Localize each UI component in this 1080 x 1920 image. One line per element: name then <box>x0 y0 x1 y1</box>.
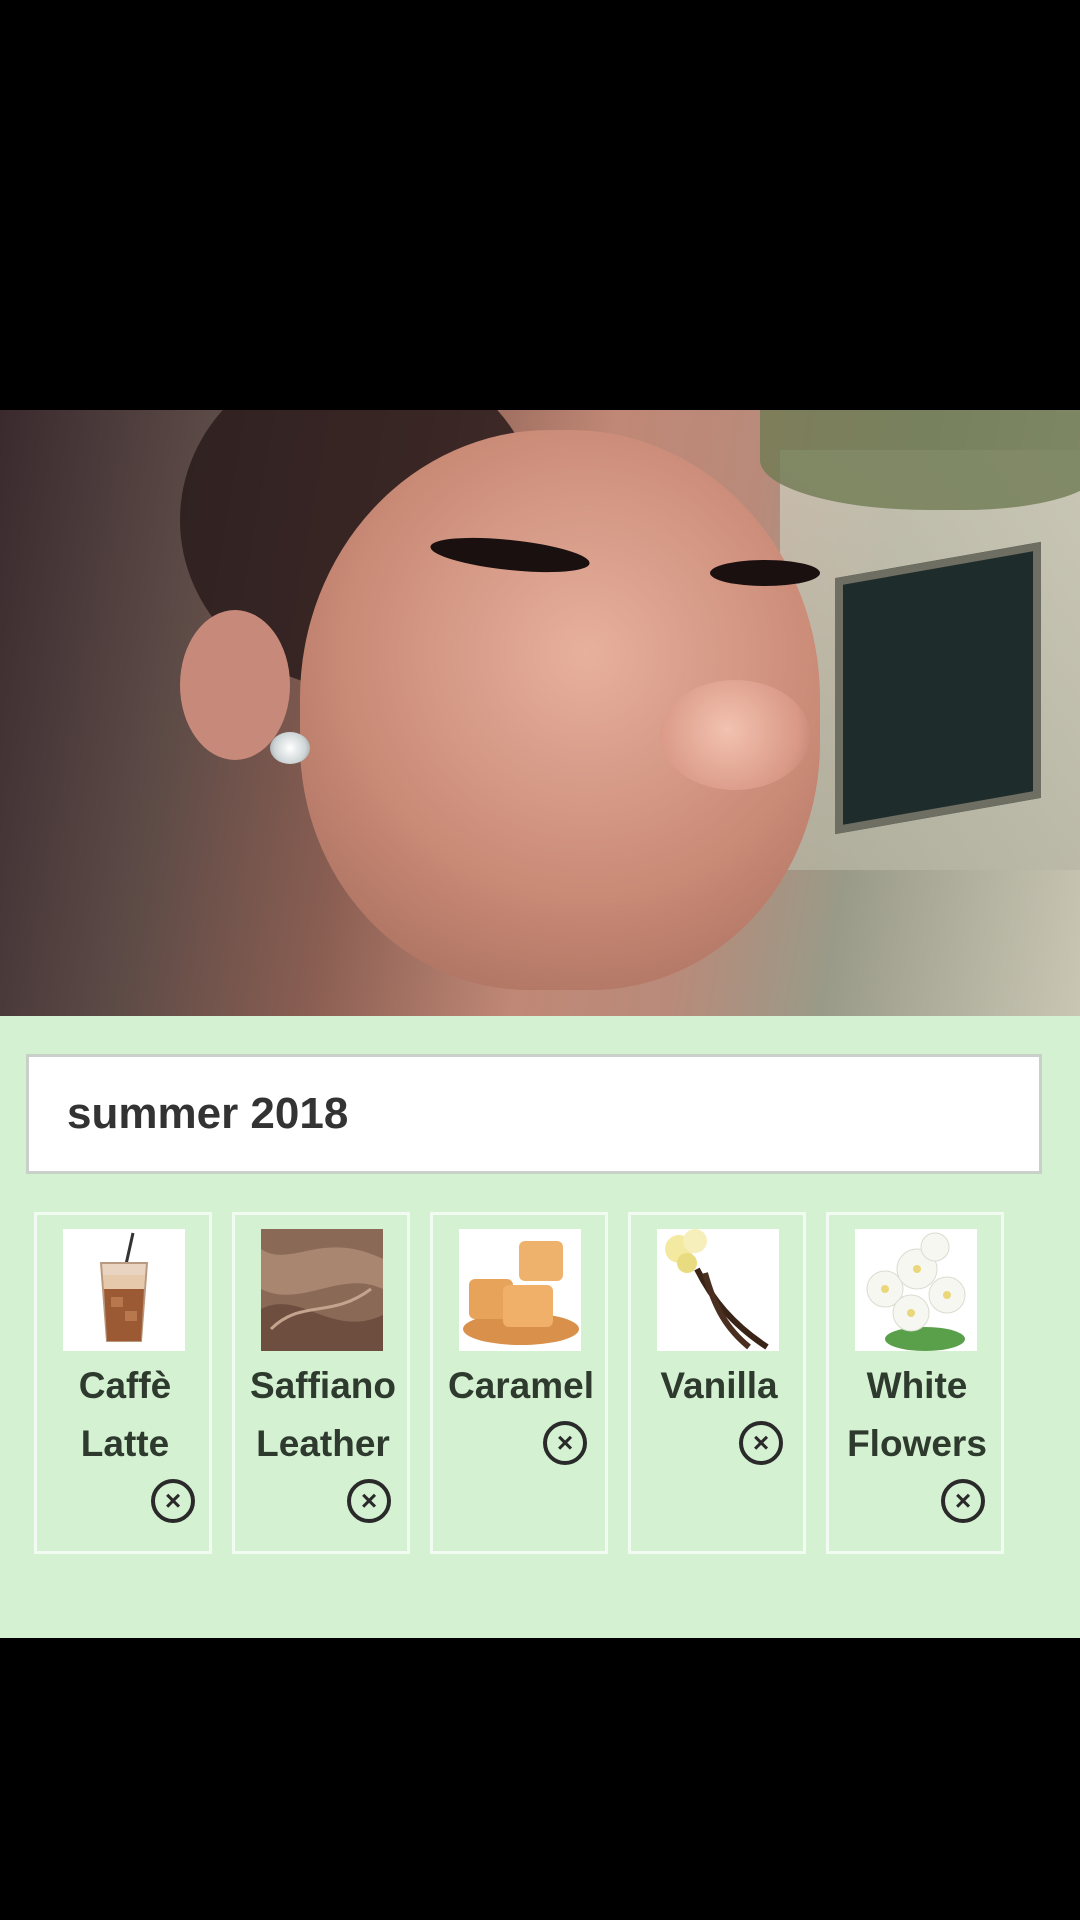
remove-note-button[interactable]: × <box>941 1479 985 1523</box>
iced-coffee-icon <box>63 1229 185 1351</box>
note-label-line2: Flowers <box>847 1423 987 1464</box>
bottom-letterbox <box>0 1638 1080 1920</box>
note-label-line1: Saffiano <box>250 1365 396 1406</box>
remove-note-button[interactable]: × <box>543 1421 587 1465</box>
note-card-caffe-latte[interactable]: Caffè Latte × <box>34 1212 212 1554</box>
note-label-line1: White <box>866 1365 968 1406</box>
scent-notes-list: Caffè Latte × Saffiano Leather × Caramel… <box>34 1212 1054 1554</box>
photo-lips <box>660 680 810 790</box>
note-label-line1: Vanilla <box>660 1365 778 1406</box>
leather-icon <box>261 1229 383 1351</box>
photo-background-window <box>835 541 1041 835</box>
top-letterbox <box>0 0 1080 410</box>
cover-photo <box>0 410 1080 1016</box>
remove-note-button[interactable]: × <box>347 1479 391 1523</box>
photo-eye-right <box>710 560 820 586</box>
note-label-line1: Caramel <box>447 1365 595 1406</box>
title-input-value: summer 2018 <box>67 1089 349 1138</box>
note-card-saffiano-leather[interactable]: Saffiano Leather × <box>232 1212 410 1554</box>
vanilla-icon <box>657 1229 779 1351</box>
remove-note-button[interactable]: × <box>739 1421 783 1465</box>
note-label-line2: Leather <box>256 1423 390 1464</box>
caramel-icon <box>459 1229 581 1351</box>
note-card-white-flowers[interactable]: White Flowers × <box>826 1212 1004 1554</box>
note-label-line2: Latte <box>80 1423 170 1464</box>
photo-background-bush <box>760 410 1080 510</box>
photo-earring <box>270 732 310 764</box>
note-card-caramel[interactable]: Caramel × <box>430 1212 608 1554</box>
remove-note-button[interactable]: × <box>151 1479 195 1523</box>
notes-panel: summer 2018 Caffè Latte × Saffiano Leath… <box>0 1016 1080 1638</box>
title-input[interactable]: summer 2018 <box>26 1054 1042 1174</box>
note-label-line1: Caffè <box>78 1365 172 1406</box>
white-flowers-icon <box>855 1229 977 1351</box>
note-card-vanilla[interactable]: Vanilla × <box>628 1212 806 1554</box>
